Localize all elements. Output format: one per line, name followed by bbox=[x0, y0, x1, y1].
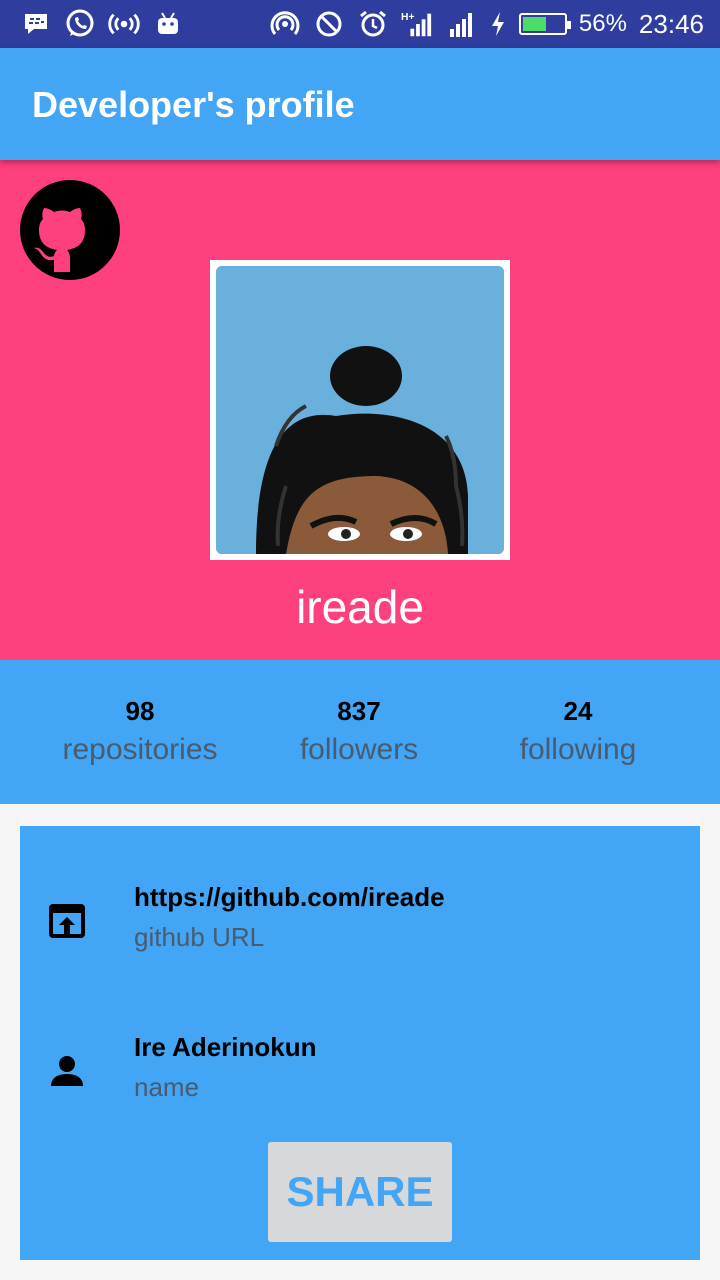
stats-bar: 98 repositories 837 followers 24 followi… bbox=[0, 660, 720, 804]
status-left-icons bbox=[20, 6, 184, 42]
full-name: Ire Aderinokun bbox=[134, 1032, 317, 1062]
info-card: https://github.com/ireade github URL Ire… bbox=[20, 826, 700, 1260]
github-icon[interactable] bbox=[20, 180, 120, 280]
signal-icon bbox=[445, 8, 477, 40]
whatsapp-icon bbox=[64, 8, 96, 40]
stat-label: following bbox=[519, 733, 637, 766]
battery-icon bbox=[518, 13, 571, 35]
username: ireade bbox=[296, 581, 424, 633]
full-name-label: name bbox=[134, 1072, 200, 1102]
avatar-illustration bbox=[216, 266, 504, 554]
avatar-frame bbox=[210, 260, 510, 560]
status-bar: H+ 56% 23:46 bbox=[0, 0, 720, 48]
status-right-icons: H+ 56% 23:46 bbox=[269, 6, 704, 42]
avatar bbox=[216, 266, 504, 554]
battery-percent: 56% bbox=[578, 10, 627, 37]
svg-text:H+: H+ bbox=[401, 12, 415, 23]
radio-broadcast-icon bbox=[108, 8, 140, 40]
charging-icon bbox=[489, 8, 507, 40]
person-icon bbox=[51, 1056, 83, 1086]
hotspot-icon bbox=[269, 8, 301, 40]
stat-value: 24 bbox=[563, 696, 593, 726]
android-icon bbox=[152, 8, 184, 40]
clock: 23:46 bbox=[638, 8, 704, 39]
alarm-icon bbox=[357, 8, 389, 40]
stat-repositories[interactable]: 98 repositories bbox=[20, 696, 260, 767]
github-url[interactable]: https://github.com/ireade bbox=[134, 882, 445, 913]
stat-value: 98 bbox=[125, 696, 155, 726]
app-bar: Developer's profile bbox=[0, 48, 720, 160]
battery-level bbox=[522, 17, 546, 31]
stat-label: repositories bbox=[62, 733, 218, 766]
github-url-label: github URL bbox=[134, 922, 265, 952]
do-not-disturb-icon bbox=[313, 8, 345, 40]
stat-followers[interactable]: 837 followers bbox=[239, 696, 479, 767]
open-in-browser-icon bbox=[49, 904, 85, 938]
page-title: Developer's profile bbox=[32, 84, 355, 125]
stat-following[interactable]: 24 following bbox=[458, 696, 698, 767]
signal-hplus-icon: H+ bbox=[401, 8, 433, 40]
share-button[interactable]: SHARE bbox=[268, 1142, 452, 1242]
profile-header: ireade bbox=[0, 160, 720, 660]
github-url-row[interactable]: https://github.com/ireade github URL bbox=[20, 882, 700, 962]
stat-value: 837 bbox=[337, 696, 381, 726]
stat-label: followers bbox=[299, 733, 419, 766]
bbm-icon bbox=[20, 8, 52, 40]
name-row: Ire Aderinokun name bbox=[20, 1032, 700, 1112]
